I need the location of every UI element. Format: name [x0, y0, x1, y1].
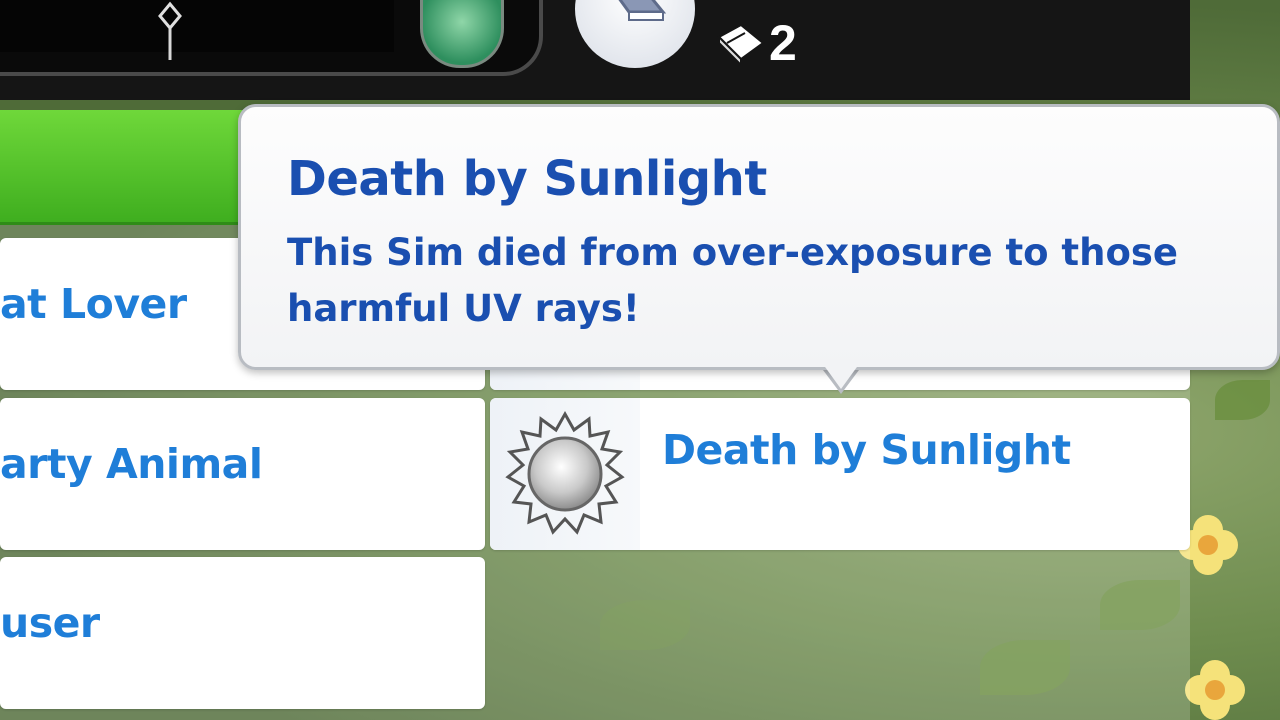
small-book-icon: [717, 23, 765, 67]
trait-card-death-by-sunlight[interactable]: Death by Sunlight: [490, 398, 1190, 550]
trait-label: user: [0, 599, 100, 647]
book-count-value: 2: [769, 15, 797, 71]
tooltip-title: Death by Sunlight: [287, 151, 767, 207]
flower-decoration: [1185, 660, 1245, 720]
trait-label: at Lover: [0, 280, 187, 328]
trait-card[interactable]: user: [0, 557, 485, 709]
diamond-marker-icon[interactable]: [150, 0, 190, 60]
sun-icon: [505, 410, 625, 535]
green-progress-bar: [0, 110, 260, 225]
trait-label: Death by Sunlight: [662, 426, 1071, 474]
trait-label: arty Animal: [0, 440, 263, 488]
top-hud: 2: [0, 0, 1190, 100]
trait-tooltip: Death by Sunlight This Sim died from ove…: [238, 104, 1280, 370]
tooltip-arrow-fill: [820, 360, 862, 389]
trait-card[interactable]: arty Animal: [0, 398, 485, 550]
tooltip-description: This Sim died from over-exposure to thos…: [287, 231, 1178, 330]
trait-icon-box: [490, 398, 640, 550]
book-icon[interactable]: [575, 0, 695, 68]
book-count: 2: [715, 14, 797, 72]
